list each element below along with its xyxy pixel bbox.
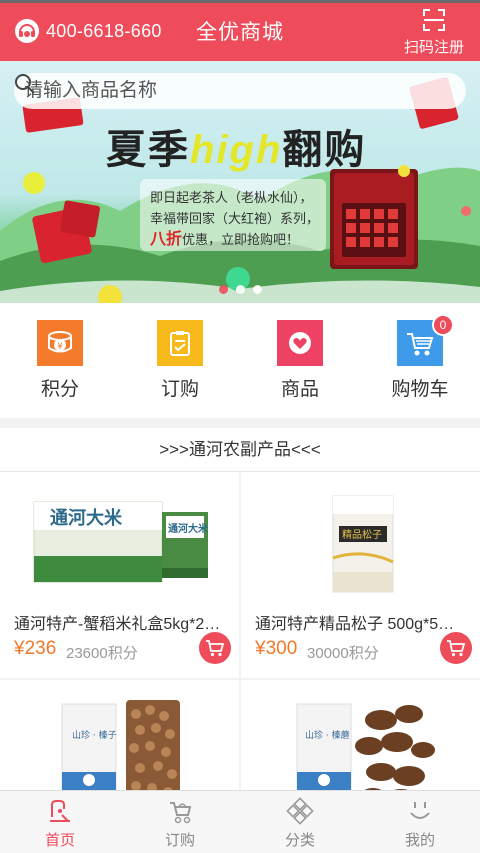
carousel-dot[interactable] — [252, 285, 262, 294]
svg-text:通河大米: 通河大米 — [50, 507, 123, 529]
promo-headline: 夏季high翻购 — [106, 117, 366, 175]
status-strip — [0, 0, 480, 3]
product-image-pine-nut-box: 精品松子 — [332, 495, 394, 593]
order-clipboard-icon — [157, 320, 203, 366]
add-to-cart-button[interactable] — [199, 632, 231, 664]
promo-headline-part2: 翻购 — [282, 128, 367, 172]
tab-mine[interactable]: 我的 — [360, 791, 480, 853]
product-price: ¥236 — [14, 638, 57, 659]
product-card[interactable]: 精品松子 通河特产精品松子 500g*5… ¥300 30000积分 — [241, 472, 480, 678]
search-input[interactable] — [24, 80, 404, 102]
carousel-dot[interactable] — [235, 285, 245, 294]
tab-label: 订购 — [164, 832, 195, 849]
promo-headline-highlight: high — [190, 128, 283, 172]
promo-line-3-rest: 优惠，立即抢购吧！ — [182, 232, 300, 247]
points-coin-icon: ¥ — [37, 320, 83, 366]
svg-text:精品松子: 精品松子 — [342, 528, 382, 541]
quick-nav: ¥ 积分 订购 商品 0 购物车 — [0, 303, 480, 418]
svg-text:¥: ¥ — [57, 342, 63, 352]
product-image-mushroom-pack: 山珍 · 榛蘑 — [296, 703, 435, 807]
product-points: 23600积分 — [66, 645, 138, 662]
quicknav-order[interactable]: 订购 — [120, 303, 240, 418]
section-title: >>>通河农副产品<<< — [0, 428, 480, 472]
add-to-cart-button[interactable] — [440, 632, 472, 664]
tab-home[interactable]: 首页 — [0, 791, 120, 853]
quicknav-label: 订购 — [160, 379, 199, 400]
product-card[interactable]: 通河大米 通河大米 通河特产-蟹稻米礼盒5kg*2… ¥236 23600积分 — [0, 472, 239, 678]
product-image-hazelnut-pack: 山珍 · 榛子 — [61, 700, 180, 805]
product-price: ¥300 — [255, 638, 298, 659]
svg-text:山珍 · 榛蘑: 山珍 · 榛蘑 — [305, 729, 350, 741]
promo-line-2: 幸福带回家（大红袍）系列， — [150, 211, 320, 226]
scan-register-label: 扫码注册 — [403, 39, 464, 56]
promo-discount: 八折 — [150, 231, 183, 248]
promo-description: 即日起老茶人（老枞水仙）， 幸福带回家（大红袍）系列， 八折优惠，立即抢购吧！ — [150, 187, 325, 250]
tab-order[interactable]: 订购 — [120, 791, 240, 853]
search-icon — [15, 74, 35, 94]
promo-line-1: 即日起老茶人（老枞水仙）， — [150, 190, 313, 205]
svg-text:通河大米: 通河大米 — [168, 522, 209, 535]
smile-face-icon — [410, 802, 430, 819]
cart-icon — [206, 640, 225, 657]
search-bar[interactable] — [14, 73, 466, 109]
quicknav-cart[interactable]: 0 购物车 — [360, 303, 480, 418]
cart-icon — [447, 640, 466, 657]
product-image-rice-gift-box: 通河大米 通河大米 — [33, 501, 209, 583]
shopping-cart-icon: 0 — [397, 314, 454, 366]
promo-headline-part1: 夏季 — [106, 128, 190, 172]
tab-category[interactable]: 分类 — [240, 791, 360, 853]
home-icon — [50, 800, 70, 822]
quicknav-products[interactable]: 商品 — [240, 303, 360, 418]
product-heart-icon — [277, 320, 323, 366]
carousel-dot[interactable] — [218, 285, 228, 294]
quicknav-label: 积分 — [40, 379, 79, 400]
stroller-cart-icon — [170, 802, 192, 824]
svg-text:山珍 · 榛子: 山珍 · 榛子 — [72, 729, 117, 741]
bottom-tab-bar: 首页 订购 分类 我的 — [0, 790, 480, 853]
quicknav-points[interactable]: ¥ 积分 — [0, 303, 120, 418]
product-points: 30000积分 — [307, 645, 379, 662]
carousel-indicator — [0, 285, 480, 294]
quicknav-label: 购物车 — [391, 379, 449, 400]
tab-label: 首页 — [44, 832, 75, 849]
cart-count-badge: 0 — [432, 314, 454, 336]
promo-line-3: 八折优惠，立即抢购吧！ — [150, 229, 325, 250]
product-name: 通河特产精品松子 500g*5… — [255, 616, 455, 633]
promo-banner[interactable]: 夏季high翻购 即日起老茶人（老枞水仙）， 幸福带回家（大红袍）系列， 八折优… — [0, 61, 480, 303]
product-name: 通河特产-蟹稻米礼盒5kg*2… — [14, 616, 221, 633]
quicknav-label: 商品 — [280, 379, 319, 400]
tab-label: 我的 — [404, 832, 435, 849]
scan-icon — [423, 9, 445, 31]
category-diamond-icon — [286, 797, 314, 825]
app-header: 400-6618-660 全优商城 扫码注册 — [0, 0, 480, 61]
tab-label: 分类 — [284, 832, 315, 849]
scan-register-button[interactable]: 扫码注册 — [400, 8, 468, 57]
